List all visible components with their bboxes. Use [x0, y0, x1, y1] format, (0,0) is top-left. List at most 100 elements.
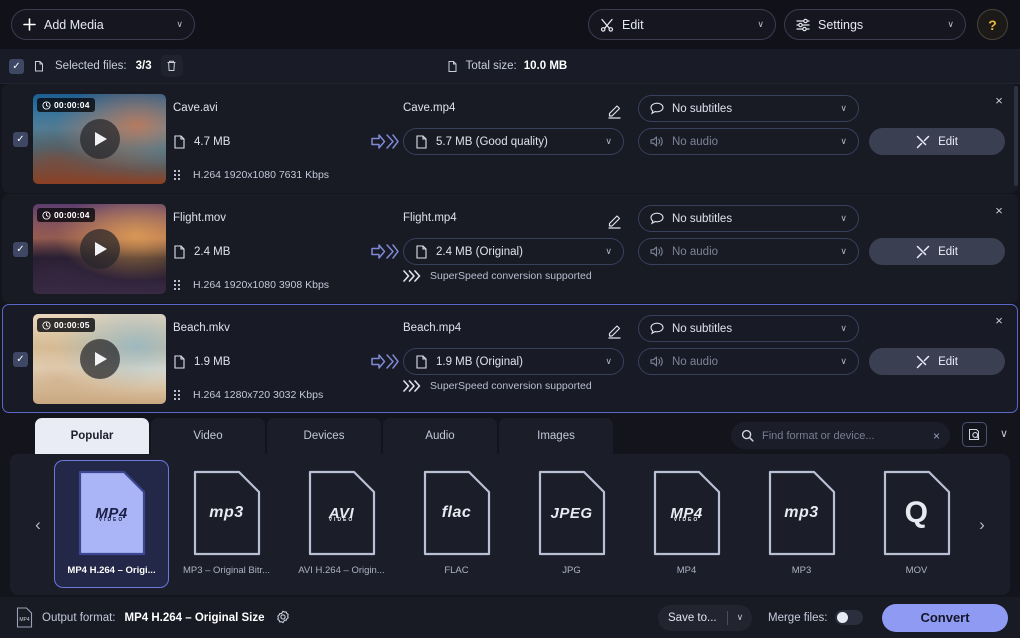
file-edit-label: Edit	[938, 136, 958, 148]
format-card[interactable]: MP4VIDEOMP4	[629, 460, 744, 588]
file-edit-button[interactable]: Edit	[869, 238, 1005, 265]
help-button[interactable]: ?	[977, 9, 1008, 40]
file-row[interactable]: ✓00:00:04Flight.mov2.4 MBH.264 1920x1080…	[2, 194, 1018, 303]
clear-search-icon[interactable]: ×	[933, 429, 940, 443]
format-badge-label: Q	[905, 496, 929, 530]
file-list-scrollbar[interactable]	[1014, 86, 1018, 186]
tab-images[interactable]: Images	[499, 418, 613, 454]
carousel-next-button[interactable]: ›	[972, 514, 992, 536]
remove-file-icon[interactable]: ×	[991, 312, 1007, 328]
output-format-label: Output format:	[42, 612, 116, 624]
target-size-select[interactable]: 2.4 MB (Original)∨	[403, 238, 624, 265]
edit-menu-button[interactable]: Edit ∨	[588, 9, 776, 40]
file-select-checkbox[interactable]: ✓	[13, 352, 28, 367]
carousel-prev-button[interactable]: ‹	[28, 514, 48, 536]
collapse-panel-icon[interactable]: ∨	[1000, 427, 1008, 440]
subtitles-select[interactable]: No subtitles∨	[638, 95, 859, 122]
format-preview-icon[interactable]	[962, 422, 987, 447]
play-button[interactable]	[80, 339, 120, 379]
format-card[interactable]: flacFLAC	[399, 460, 514, 588]
file-select-checkbox[interactable]: ✓	[13, 242, 28, 257]
format-card[interactable]: AVIVIDEOAVI H.264 – Origin...	[284, 460, 399, 588]
source-file-name: Cave.avi	[173, 102, 218, 114]
subtitles-select[interactable]: No subtitles∨	[638, 205, 859, 232]
tab-audio[interactable]: Audio	[383, 418, 497, 454]
play-icon	[95, 132, 107, 146]
format-card[interactable]: JPEGJPG	[514, 460, 629, 588]
rename-pencil-icon[interactable]	[601, 317, 628, 344]
convert-button[interactable]: Convert	[882, 604, 1008, 632]
search-input[interactable]	[762, 430, 925, 442]
video-thumbnail[interactable]: 00:00:04	[33, 204, 166, 294]
file-edit-button[interactable]: Edit	[869, 128, 1005, 155]
conversion-arrow-icon	[371, 353, 399, 375]
play-icon	[95, 352, 107, 366]
settings-menu-label: Settings	[818, 18, 863, 32]
target-size-select[interactable]: 1.9 MB (Original)∨	[403, 348, 624, 375]
duration-text: 00:00:04	[54, 100, 90, 110]
subtitles-select[interactable]: No subtitles∨	[638, 315, 859, 342]
video-thumbnail[interactable]: 00:00:04	[33, 94, 166, 184]
format-card[interactable]: mp3MP3 – Original Bitr...	[169, 460, 284, 588]
audio-select[interactable]: No audio∨	[638, 128, 859, 155]
settings-menu-button[interactable]: Settings ∨	[784, 9, 966, 40]
file-row[interactable]: ✓00:00:04Cave.avi4.7 MBH.264 1920x1080 7…	[2, 84, 1018, 193]
delete-selected-button[interactable]	[161, 55, 183, 77]
format-card-list[interactable]: MP4VIDEOMP4 H.264 – Origi...mp3MP3 – Ori…	[54, 460, 974, 588]
audio-select[interactable]: No audio∨	[638, 348, 859, 375]
chevron-down-icon: ∨	[757, 19, 764, 30]
rename-pencil-icon[interactable]	[601, 97, 628, 124]
subtitles-icon	[650, 102, 664, 115]
target-file-name: Flight.mp4	[403, 212, 457, 224]
remove-file-icon[interactable]: ×	[991, 202, 1007, 218]
format-card[interactable]: Q MOV	[859, 460, 974, 588]
file-select-checkbox[interactable]: ✓	[13, 132, 28, 147]
gear-icon[interactable]	[274, 609, 292, 627]
target-size-value: 5.7 MB (Good quality)	[436, 136, 548, 148]
source-file-info: H.264 1280x720 3032 Kbps	[193, 389, 323, 401]
play-icon	[95, 242, 107, 256]
save-to-button[interactable]: Save to... ∨	[658, 605, 752, 631]
tools-icon	[916, 355, 930, 369]
rename-pencil-icon[interactable]	[601, 207, 628, 234]
tab-popular[interactable]: Popular	[35, 418, 149, 454]
file-list[interactable]: ✓00:00:04Cave.avi4.7 MBH.264 1920x1080 7…	[0, 84, 1020, 416]
target-size-select[interactable]: 5.7 MB (Good quality)∨	[403, 128, 624, 155]
format-card[interactable]: mp3MP3	[744, 460, 859, 588]
subtitles-icon	[650, 322, 664, 335]
source-file-info: H.264 1920x1080 3908 Kbps	[193, 279, 329, 291]
format-badge-sub: VIDEO	[306, 517, 378, 523]
format-badge-label: JPEG	[550, 505, 592, 522]
total-size-label: Total size:	[466, 60, 517, 72]
add-media-button[interactable]: Add Media ∨	[11, 9, 195, 40]
format-card-name: AVI H.264 – Origin...	[298, 565, 384, 576]
file-edit-button[interactable]: Edit	[869, 348, 1005, 375]
remove-file-icon[interactable]: ×	[991, 92, 1007, 108]
edit-menu-label: Edit	[622, 18, 644, 32]
chevron-down-icon: ∨	[605, 246, 612, 257]
search-box[interactable]: ×	[731, 422, 950, 449]
source-file-name: Flight.mov	[173, 212, 226, 224]
play-button[interactable]	[80, 119, 120, 159]
select-all-checkbox[interactable]: ✓	[9, 59, 24, 74]
duration-text: 00:00:05	[54, 320, 90, 330]
format-tabs[interactable]: PopularVideoDevicesAudioImages	[35, 418, 613, 454]
output-format-value: MP4 H.264 – Original Size	[125, 612, 265, 624]
chevron-down-icon: ∨	[605, 356, 612, 367]
format-card-name: MOV	[906, 565, 928, 576]
tab-devices[interactable]: Devices	[267, 418, 381, 454]
format-card[interactable]: MP4VIDEOMP4 H.264 – Origi...	[54, 460, 169, 588]
format-doc-icon: Q	[881, 469, 953, 557]
audio-select[interactable]: No audio∨	[638, 238, 859, 265]
chevron-down-icon: ∨	[840, 356, 847, 367]
source-file-size: 4.7 MB	[194, 136, 230, 148]
play-button[interactable]	[80, 229, 120, 269]
superspeed-icon	[403, 270, 421, 282]
file-icon	[173, 355, 186, 369]
selection-bar: ✓ Selected files: 3/3 Total size: 10.0 M…	[0, 49, 1020, 84]
tab-video[interactable]: Video	[151, 418, 265, 454]
video-thumbnail[interactable]: 00:00:05	[33, 314, 166, 404]
file-row[interactable]: ✓00:00:05Beach.mkv1.9 MBH.264 1280x720 3…	[2, 304, 1018, 413]
superspeed-label: SuperSpeed conversion supported	[430, 380, 592, 392]
merge-files-toggle[interactable]	[835, 610, 863, 625]
